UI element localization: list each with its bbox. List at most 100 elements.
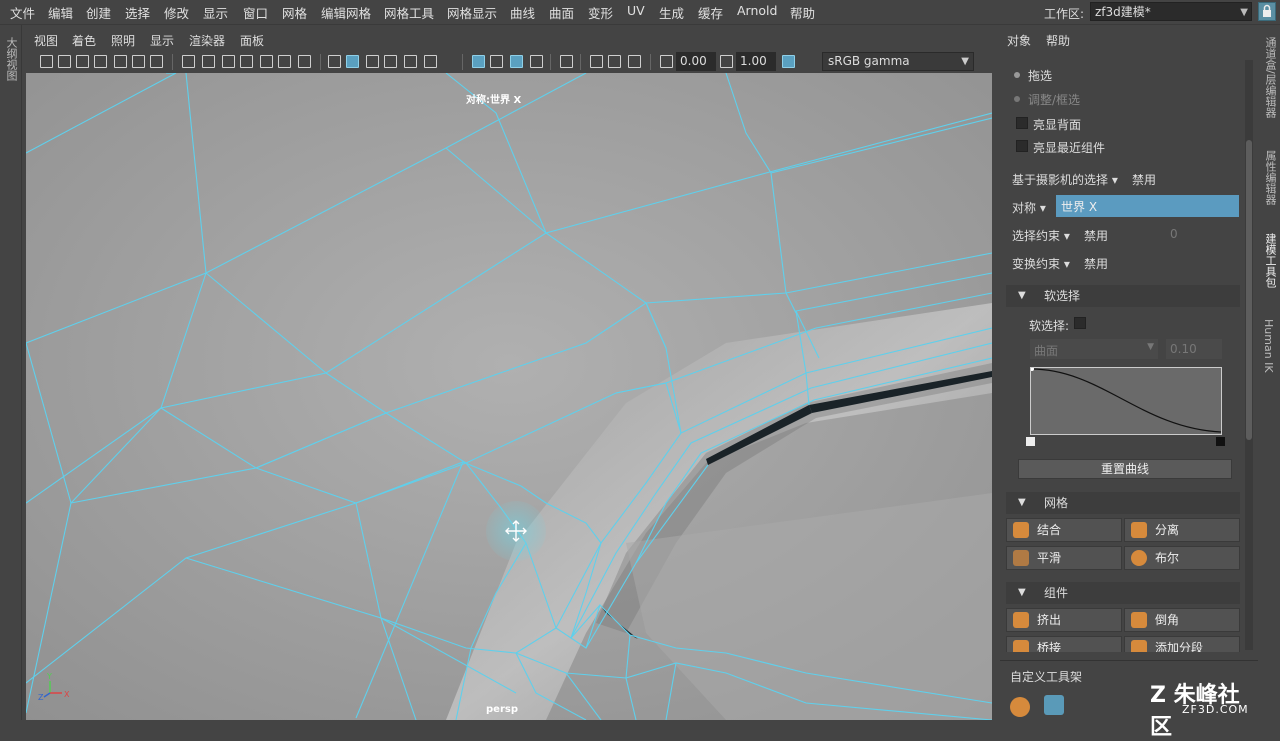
resolution-gate-icon[interactable] (222, 55, 235, 68)
menu-mesh-tools[interactable]: 网格工具 (384, 3, 434, 22)
radio-tweak-select[interactable] (1014, 96, 1020, 102)
gamma-icon[interactable] (720, 55, 733, 68)
film-gate2-icon[interactable] (202, 55, 215, 68)
combine-button[interactable]: 结合 (1006, 518, 1122, 542)
toolkit-menu-object[interactable]: 对象 (1007, 32, 1031, 49)
color-space-select[interactable]: sRGB gamma ▼ (822, 52, 974, 71)
hud-icon[interactable] (590, 55, 603, 68)
camera-based-select-label[interactable]: 基于摄影机的选择 ▾ (1012, 171, 1118, 188)
menu-edit-mesh[interactable]: 编辑网格 (321, 3, 371, 22)
select-constraint-label[interactable]: 选择约束 ▾ (1012, 227, 1070, 244)
menu-deform[interactable]: 变形 (588, 3, 613, 22)
toolkit-menu-help[interactable]: 帮助 (1046, 32, 1070, 49)
smooth-button[interactable]: 平滑 (1006, 546, 1122, 570)
exposure-field[interactable]: 0.00 (676, 52, 716, 71)
extrude-button[interactable]: 挤出 (1006, 608, 1122, 632)
radio-drag-select[interactable] (1014, 72, 1020, 78)
shadows-icon[interactable] (424, 55, 437, 68)
soft-select-section-header[interactable]: ▼ 软选择 (1006, 285, 1240, 307)
lock-icon[interactable] (1258, 2, 1276, 21)
gate-mask-icon[interactable] (240, 55, 253, 68)
select-icon[interactable] (560, 55, 573, 68)
film-gate-icon[interactable] (150, 55, 163, 68)
panel-menu-view[interactable]: 视图 (34, 32, 58, 49)
workspace-select[interactable]: zf3d建模* ▼ (1090, 2, 1252, 21)
modeling-toolkit-tab[interactable]: 建模工具包 (1262, 233, 1278, 288)
falloff-curve-graph[interactable] (1030, 367, 1222, 435)
panel-menu-shading[interactable]: 着色 (72, 32, 96, 49)
ambient-occlusion-icon[interactable] (628, 55, 641, 68)
exposure-icon[interactable] (660, 55, 673, 68)
add-divisions-button[interactable]: 添加分段 (1124, 636, 1240, 652)
menu-help[interactable]: 帮助 (790, 3, 815, 22)
hud2-icon[interactable] (608, 55, 621, 68)
panel-menu-show[interactable]: 显示 (150, 32, 174, 49)
menu-curves[interactable]: 曲线 (510, 3, 535, 22)
isolate-select-icon[interactable] (510, 55, 523, 68)
scrollbar-thumb[interactable] (1246, 140, 1252, 440)
xray-icon[interactable] (472, 55, 485, 68)
bevel-button[interactable]: 倒角 (1124, 608, 1240, 632)
bookmark-icon[interactable] (94, 55, 107, 68)
viewport[interactable]: Y Z X 对称:世界 X persp (26, 73, 992, 720)
panel-menu-lighting[interactable]: 照明 (111, 32, 135, 49)
components-section-header[interactable]: ▼ 组件 (1006, 582, 1240, 604)
curve-start-handle[interactable] (1026, 437, 1035, 446)
nearest-component-checkbox[interactable] (1016, 140, 1028, 152)
separate-button[interactable]: 分离 (1124, 518, 1240, 542)
camera-lock-icon[interactable] (58, 55, 71, 68)
menu-select[interactable]: 选择 (125, 3, 150, 22)
field-chart-icon[interactable] (260, 55, 273, 68)
select-constraint-value[interactable]: 禁用 (1084, 227, 1108, 244)
outliner-tab[interactable]: 大纲视图 (3, 37, 19, 81)
grid-toggle-icon[interactable] (132, 55, 145, 68)
image-plane-icon[interactable] (114, 55, 127, 68)
panel-menu-renderer[interactable]: 渲染器 (189, 32, 225, 49)
menu-display[interactable]: 显示 (203, 3, 228, 22)
grid-icon[interactable] (182, 55, 195, 68)
wireframe-icon[interactable] (328, 55, 341, 68)
camera-based-select-value[interactable]: 禁用 (1132, 171, 1156, 188)
menu-edit[interactable]: 编辑 (48, 3, 73, 22)
backface-highlight-checkbox[interactable] (1016, 117, 1028, 129)
xray-joints-icon[interactable] (490, 55, 503, 68)
transform-constraint-label[interactable]: 变换约束 ▾ (1012, 255, 1070, 272)
menu-generate[interactable]: 生成 (659, 3, 684, 22)
wireframe-on-shaded-icon[interactable] (366, 55, 379, 68)
shelf-tool-icon[interactable] (1044, 695, 1064, 715)
menu-create[interactable]: 创建 (86, 3, 111, 22)
safe-title-icon[interactable] (298, 55, 311, 68)
human-ik-tab[interactable]: Human IK (1262, 319, 1275, 373)
menu-uv[interactable]: UV (627, 3, 645, 18)
menu-modify[interactable]: 修改 (164, 3, 189, 22)
panel-menu-panels[interactable]: 面板 (240, 32, 264, 49)
curve-end-handle[interactable] (1216, 437, 1225, 446)
backface-icon[interactable] (530, 55, 543, 68)
textured-icon[interactable] (384, 55, 397, 68)
gamma-field[interactable]: 1.00 (736, 52, 776, 71)
menu-cache[interactable]: 缓存 (698, 3, 723, 22)
menu-arnold[interactable]: Arnold (737, 3, 777, 18)
falloff-radius-field[interactable]: 0.10 (1166, 339, 1222, 359)
attribute-editor-tab[interactable]: 属性编辑器 (1262, 150, 1278, 205)
menu-file[interactable]: 文件 (10, 3, 35, 22)
mesh-section-header[interactable]: ▼ 网格 (1006, 492, 1240, 514)
color-management-icon[interactable] (782, 55, 795, 68)
safe-action-icon[interactable] (278, 55, 291, 68)
symmetry-dropdown-label[interactable]: 对称 ▾ (1012, 199, 1046, 216)
menu-surfaces[interactable]: 曲面 (549, 3, 574, 22)
channel-box-tab[interactable]: 通道盒/层编辑器 (1262, 37, 1278, 118)
menu-mesh[interactable]: 网格 (282, 3, 307, 22)
transform-constraint-value[interactable]: 禁用 (1084, 255, 1108, 272)
smooth-shade-icon[interactable] (346, 55, 359, 68)
boolean-button[interactable]: 布尔 (1124, 546, 1240, 570)
shelf-boolean-icon[interactable] (1010, 697, 1030, 717)
falloff-mode-select[interactable]: 曲面 ▼ (1030, 339, 1158, 359)
soft-select-checkbox[interactable] (1074, 317, 1086, 329)
menu-mesh-display[interactable]: 网格显示 (447, 3, 497, 22)
camera-attr-icon[interactable] (76, 55, 89, 68)
symmetry-field[interactable]: 世界 X (1056, 195, 1239, 217)
camera-select-icon[interactable] (40, 55, 53, 68)
use-lights-icon[interactable] (404, 55, 417, 68)
reset-curve-button[interactable]: 重置曲线 (1018, 459, 1232, 479)
